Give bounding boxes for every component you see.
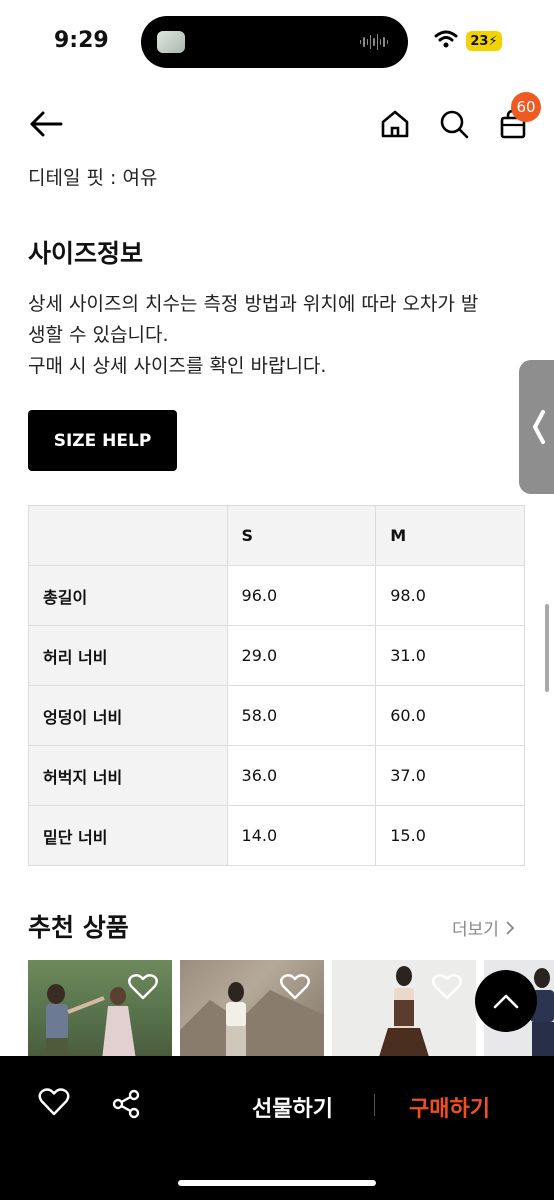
heart-icon [128,974,158,1000]
measurement-value: 60.0 [375,685,525,746]
heart-icon [280,974,310,1000]
back-arrow-icon [30,111,63,137]
table-row: 허벅지 너비 36.0 37.0 [28,745,525,806]
wishlist-button[interactable] [128,974,158,1004]
cart-count-badge: 60 [511,92,541,122]
measurement-label: 엉덩이 너비 [28,685,228,746]
heart-icon [432,974,462,1000]
side-drawer-tab[interactable] [519,360,554,494]
size-table: S M 총길이 96.0 98.0 허리 너비 29.0 31.0 엉덩이 너비… [28,505,525,866]
top-nav [0,96,554,156]
measurement-label: 허벅지 너비 [28,745,228,806]
back-button[interactable] [28,106,64,142]
status-time: 9:29 [54,28,109,53]
home-icon [381,110,409,138]
measurement-label: 총길이 [28,565,228,626]
table-header-row: S M [28,505,525,566]
audio-wave-icon [360,32,388,52]
divider [374,1094,375,1116]
battery-indicator: 23 ⚡ [466,31,502,51]
heart-icon [38,1088,70,1116]
chevron-left-icon [533,410,545,444]
size-desc-line: 구매 시 상세 사이즈를 확인 바랍니다. [28,355,327,377]
chevron-right-icon [506,920,515,935]
product-card[interactable] [332,960,476,1060]
size-column-header: M [375,505,525,566]
buy-button[interactable]: 구매하기 [409,1091,490,1123]
measurement-value: 98.0 [375,565,525,626]
home-indicator [178,1180,376,1186]
size-help-button[interactable]: SIZE HELP [28,410,177,471]
share-button[interactable] [111,1089,141,1123]
measurement-value: 96.0 [226,565,377,626]
now-playing-thumbnail [157,31,185,53]
measurement-value: 15.0 [375,805,525,866]
measurement-label: 허리 너비 [28,625,228,686]
chevron-up-icon [493,994,519,1009]
size-info-title: 사이즈정보 [28,239,144,268]
more-link-label: 더보기 [452,920,499,940]
product-card[interactable] [180,960,324,1060]
measurement-value: 36.0 [226,745,377,806]
search-button[interactable] [436,106,472,142]
size-column-header: S [226,505,377,566]
more-link[interactable]: 더보기 [452,915,515,940]
size-info-description: 상세 사이즈의 치수는 측정 방법과 위치에 따라 오차가 발 생할 수 있습니… [28,289,528,382]
bottom-action-bar: 선물하기 구매하기 [0,1056,554,1200]
dynamic-island [141,16,408,68]
table-row: 총길이 96.0 98.0 [28,565,525,626]
table-row: 허리 너비 29.0 31.0 [28,625,525,686]
gift-button[interactable]: 선물하기 [252,1091,333,1123]
table-corner-cell [28,505,228,566]
scroll-to-top-button[interactable] [475,970,537,1032]
wifi-icon [434,30,458,52]
scrollbar[interactable] [545,604,549,692]
measurement-value: 29.0 [226,625,377,686]
wishlist-button[interactable] [432,974,462,1004]
measurement-value: 14.0 [226,805,377,866]
measurement-value: 31.0 [375,625,525,686]
battery-level: 23 [470,33,489,49]
size-desc-line: 생할 수 있습니다. [28,324,169,346]
share-icon [112,1089,140,1119]
measurement-value: 58.0 [226,685,377,746]
status-bar: 9:29 23 ⚡ [0,0,554,82]
charging-icon: ⚡ [488,33,498,49]
measurement-label: 밑단 너비 [28,805,228,866]
recommended-title: 추천 상품 [28,913,129,942]
detail-fit-text: 디테일 핏 : 여유 [28,167,158,189]
table-row: 밑단 너비 14.0 15.0 [28,805,525,866]
product-card[interactable] [28,960,172,1060]
measurement-value: 37.0 [375,745,525,806]
table-row: 엉덩이 너비 58.0 60.0 [28,685,525,746]
home-button[interactable] [377,106,413,142]
wishlist-button[interactable] [280,974,310,1004]
recommended-products [28,960,554,1060]
like-button[interactable] [38,1088,70,1120]
search-icon [440,110,469,139]
size-desc-line: 상세 사이즈의 치수는 측정 방법과 위치에 따라 오차가 발 [28,293,479,315]
